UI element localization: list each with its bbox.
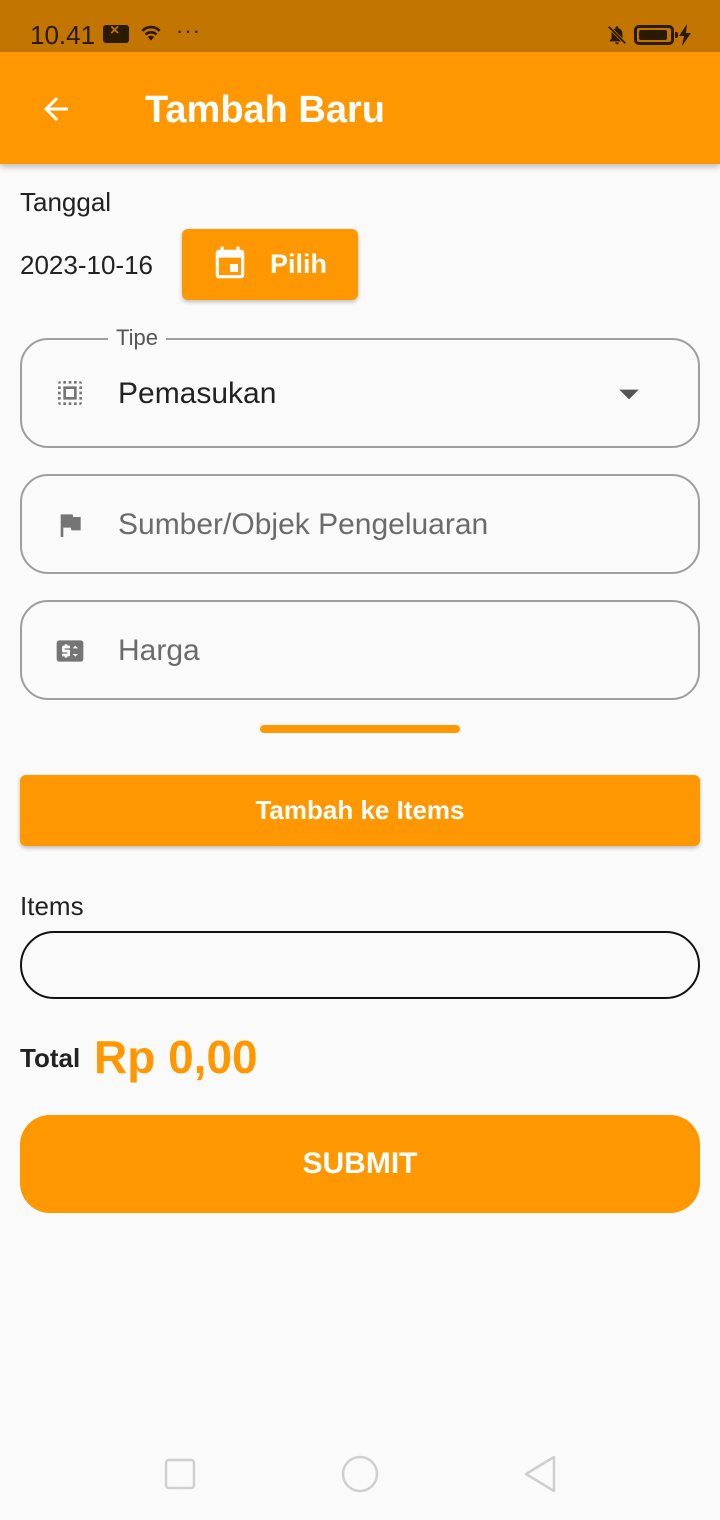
calendar-icon [215,246,245,279]
recent-apps-icon[interactable] [160,1454,200,1494]
select-all-icon [58,381,82,405]
total-label: Total [20,1043,81,1073]
flag-icon [60,514,81,537]
date-label: Tanggal [20,187,112,217]
more-dots-icon: ··· [176,18,201,43]
items-list [20,931,700,999]
charging-bolt-icon [679,24,691,46]
bell-off-icon [607,25,627,45]
sim-error-icon [103,22,129,43]
nav-bar [0,1440,720,1520]
status-time: 10.41 [30,20,96,50]
price-placeholder: Harga [118,634,200,667]
app-bar: Tambah Baru [0,52,720,164]
price-change-icon [56,640,84,662]
pick-date-button[interactable]: Pilih [182,229,358,300]
battery-icon [634,25,678,45]
status-bar: 10.41 ··· [0,0,720,52]
arrow-back-icon[interactable] [38,91,74,127]
date-value: 2023-10-16 [20,250,153,280]
total-value: Rp 0,00 [94,1031,258,1083]
source-placeholder: Sumber/Objek Pengeluaran [118,508,489,541]
divider [260,725,460,733]
submit-button[interactable]: SUBMIT [20,1115,700,1213]
back-icon[interactable] [520,1454,560,1494]
source-field[interactable]: Sumber/Objek Pengeluaran [20,474,700,574]
tipe-dropdown[interactable]: Pemasukan [20,338,700,448]
tipe-selected-value: Pemasukan [118,377,277,410]
price-field[interactable]: Harga [20,600,700,700]
dropdown-arrow-icon [619,389,639,400]
wifi-icon [141,25,161,41]
add-to-items-button[interactable]: Tambah ke Items [20,775,700,846]
tipe-label: Tipe [108,325,166,351]
items-label: Items [20,891,84,921]
pick-date-label: Pilih [270,249,328,279]
page-title: Tambah Baru [145,89,386,131]
home-icon[interactable] [340,1454,380,1494]
